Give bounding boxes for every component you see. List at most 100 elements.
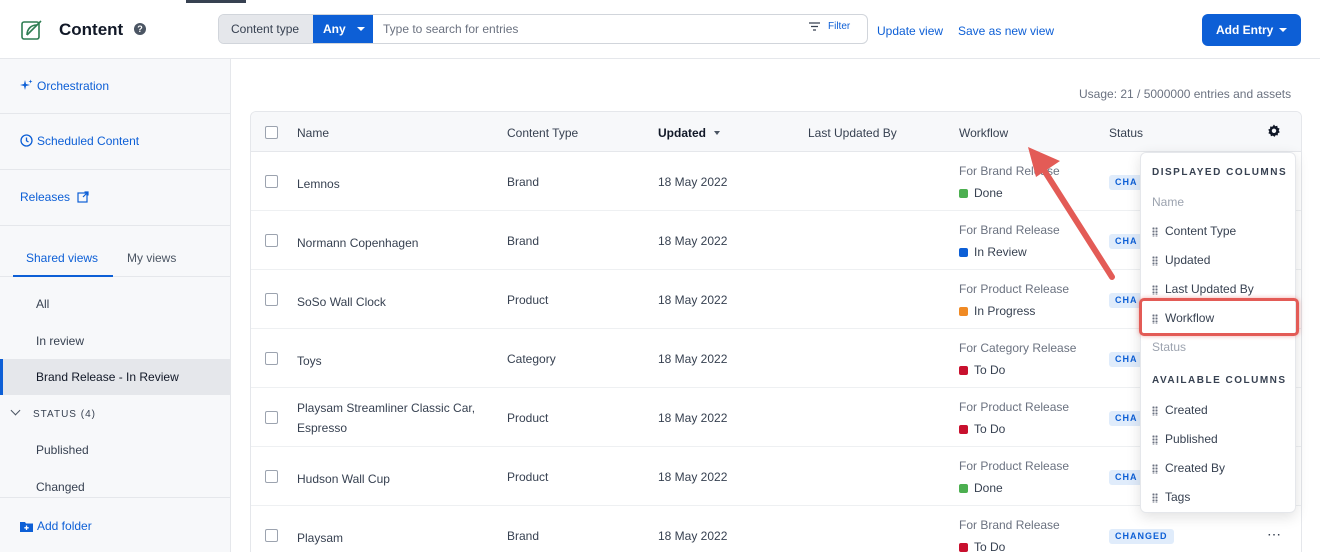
displayed-column-label: Last Updated By [1165,282,1254,296]
update-view-button[interactable]: Update view [877,24,943,38]
tab-my-views[interactable]: My views [127,251,176,265]
active-tab-underline [13,275,113,277]
row-checkbox[interactable] [265,470,278,483]
more-horizontal-icon[interactable]: ⋯ [1267,526,1282,543]
entry-name[interactable]: Normann Copenhagen [297,233,418,253]
entry-name-line1: Lemnos [297,177,340,191]
available-column-item[interactable]: Created By [1141,454,1295,483]
column-header-updated[interactable]: Updated [658,126,720,140]
entry-updated: 18 May 2022 [658,234,728,248]
displayed-column-label: Updated [1165,253,1211,267]
entry-name-line1: Playsam Streamliner Classic Car, [297,401,476,415]
entry-content-type: Product [507,470,549,484]
annotation-highlight-box [1139,298,1299,336]
sparkle-icon [20,79,33,90]
available-column-label: Created [1165,403,1208,417]
sidebar-orchestration-link[interactable]: Orchestration [20,79,109,93]
select-all-checkbox[interactable] [265,126,278,139]
view-item-in-review[interactable]: In review [0,323,231,359]
workflow-status-dot [959,543,968,552]
content-type-value: Any [323,22,346,36]
row-checkbox[interactable] [265,293,278,306]
entry-name-line1: Normann Copenhagen [297,236,419,250]
workflow-name: For Category Release [959,341,1077,355]
status-badge: CHA [1109,352,1144,367]
drag-handle-icon[interactable] [1152,227,1158,237]
view-tabs: Shared views My views [0,239,231,277]
entry-name-line1: Hudson Wall Cup [297,472,390,486]
workflow-status: To Do [959,540,1005,552]
view-item-all[interactable]: All [0,286,231,322]
row-checkbox[interactable] [265,234,278,247]
drag-handle-icon[interactable] [1152,464,1158,474]
chevron-down-icon [1279,28,1287,32]
column-header-name[interactable]: Name [297,126,329,140]
workflow-status-label: Done [974,481,1003,495]
available-columns-heading: AVAILABLE COLUMNS [1152,375,1287,386]
status-folder-toggle[interactable]: STATUS (4) [10,405,96,420]
entry-name[interactable]: SoSo Wall Clock [297,292,386,312]
drag-handle-icon[interactable] [1152,256,1158,266]
content-type-label: Content type [219,15,313,43]
view-item-changed[interactable]: Changed [0,469,231,505]
column-header-workflow[interactable]: Workflow [959,126,1008,140]
entry-name[interactable]: Playsam [297,528,343,548]
add-folder-button[interactable]: Add folder [20,519,92,533]
displayed-column-label: Content Type [1165,224,1237,238]
sidebar-orchestration-label: Orchestration [37,79,110,93]
status-badge: CHA [1109,411,1144,426]
column-header-content-type[interactable]: Content Type [507,126,578,140]
row-checkbox[interactable] [265,529,278,542]
add-folder-label: Add folder [37,519,92,533]
entry-content-type: Product [507,293,549,307]
annotation-arrow [1028,147,1115,280]
column-header-last-updated-by[interactable]: Last Updated By [808,126,897,140]
view-item-brand-release-in-review[interactable]: Brand Release - In Review [0,359,231,395]
divider [0,169,231,170]
row-checkbox[interactable] [265,175,278,188]
tab-shared-views[interactable]: Shared views [26,251,98,265]
displayed-columns-heading: DISPLAYED COLUMNS [1152,167,1288,178]
save-as-new-view-button[interactable]: Save as new view [958,24,1054,38]
view-item-published[interactable]: Published [0,432,231,468]
displayed-column-item[interactable]: Content Type [1141,217,1295,246]
entry-updated: 18 May 2022 [658,352,728,366]
entry-name[interactable]: Toys [297,351,322,371]
entry-name-line1: SoSo Wall Clock [297,295,386,309]
sidebar-scheduled-content-link[interactable]: Scheduled Content [20,134,139,148]
search-input[interactable] [383,19,803,39]
drag-handle-icon[interactable] [1152,493,1158,503]
row-checkbox[interactable] [265,411,278,424]
entry-content-type: Brand [507,175,540,189]
filter-button[interactable]: Filter [809,21,850,32]
entry-name-line2: Espresso [297,421,348,435]
displayed-column-label: Status [1152,340,1187,354]
content-type-select[interactable]: Any [313,15,373,43]
folder-plus-icon [20,522,33,532]
help-icon[interactable]: ? [134,23,146,35]
drag-handle-icon[interactable] [1152,285,1158,295]
displayed-column-item[interactable]: Updated [1141,246,1295,275]
column-header-status[interactable]: Status [1109,126,1143,140]
sidebar-releases-link[interactable]: Releases [20,190,93,204]
add-entry-button[interactable]: Add Entry [1202,14,1301,46]
drag-handle-icon[interactable] [1152,435,1158,445]
available-column-item[interactable]: Tags [1141,483,1295,512]
entry-name-line1: Playsam [297,531,344,545]
available-column-label: Tags [1165,490,1191,504]
page-title: Content [59,20,124,39]
sidebar-scheduled-content-label: Scheduled Content [37,134,140,148]
available-column-item[interactable]: Published [1141,425,1295,454]
gear-icon[interactable] [1267,124,1281,138]
row-checkbox[interactable] [265,352,278,365]
workflow-name: For Product Release [959,459,1070,473]
content-logo-icon [21,20,42,40]
entry-name[interactable]: Lemnos [297,174,340,194]
drag-handle-icon[interactable] [1152,406,1158,416]
entry-name[interactable]: Hudson Wall Cup [297,469,390,489]
workflow-status-dot [959,425,968,434]
available-column-item[interactable]: Created [1141,396,1295,425]
entry-name[interactable]: Playsam Streamliner Classic Car, Espresso [297,398,475,438]
entry-content-type: Brand [507,529,540,543]
column-header-updated-label: Updated [658,126,706,140]
